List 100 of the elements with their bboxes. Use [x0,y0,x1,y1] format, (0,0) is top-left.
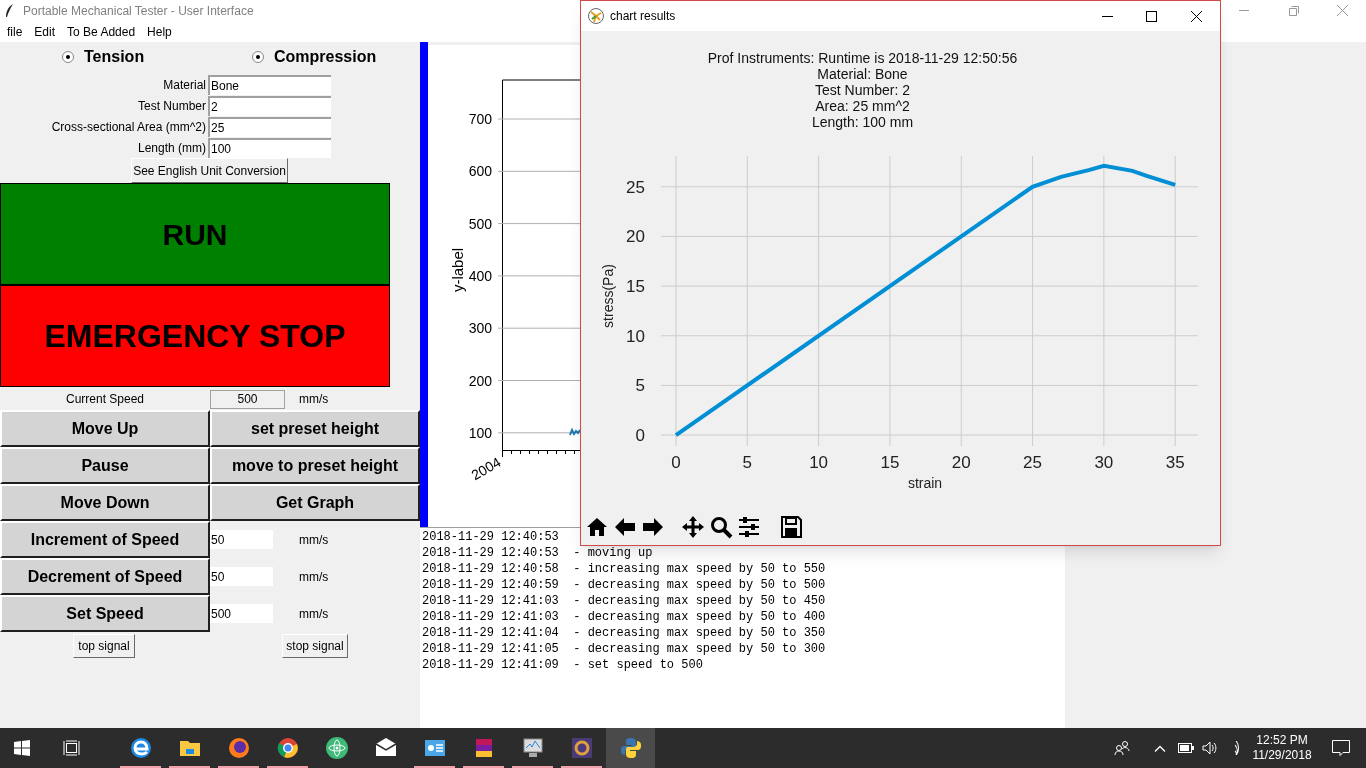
tick-label: 600 [468,163,492,180]
window-title: chart results [610,8,676,25]
task-view-icon[interactable] [63,740,80,756]
input-field[interactable]: 25 [208,116,331,137]
log-line: 2018-11-29 12:41:03 - decreasing max speed by 50 to 400 [422,609,826,625]
tick-label: 30 [1094,453,1114,472]
window-title: Portable Mechanical Tester - User Interface [23,3,254,20]
chevron-up-icon[interactable] [1154,744,1166,752]
notification-icon[interactable] [1332,740,1350,756]
unit-label: mm/s [299,391,329,408]
restore-icon[interactable] [1289,6,1299,16]
log-line: 2018-11-29 12:41:09 - set speed to 500 [422,657,703,673]
move-icon[interactable] [681,515,705,539]
windows-icon[interactable] [14,740,30,756]
monitor-icon [520,736,545,760]
tick-label: 0 [635,426,645,446]
field-label: Test Number [136,97,207,115]
tick-label: 20 [951,453,971,472]
input-field[interactable]: Bone [208,74,331,95]
menu-item[interactable]: To Be Added [67,23,136,41]
control-button[interactable]: set preset height [210,410,420,447]
conversion-button[interactable]: See English Unit Conversion [131,158,288,183]
radio-label: Tension [84,47,145,67]
speaker-icon[interactable] [1202,741,1218,755]
tick-label: 700 [468,111,492,127]
control-button[interactable]: Set Speed [0,595,210,632]
taskbar-button[interactable] [606,728,655,768]
input-field[interactable]: 500 [210,604,273,623]
radio-label: Compression [274,47,377,67]
tick-label: 15 [626,277,645,297]
control-button[interactable]: Pause [0,447,210,484]
control-button[interactable]: Move Down [0,484,210,521]
tick-label: 5 [635,376,645,396]
chart-title-line: Length: 100 mm [811,114,914,130]
battery-icon[interactable] [1178,743,1194,753]
axis-label: stress(Pa) [600,264,616,328]
signal-button[interactable]: stop signal [282,633,348,658]
right-arrow-icon[interactable] [641,515,665,539]
save-icon[interactable] [779,515,803,539]
clock-date: 11/29/2018 [1252,748,1312,763]
input-field[interactable]: 2 [208,95,331,116]
control-button[interactable]: move to preset height [210,447,420,484]
search-icon[interactable] [709,515,733,539]
log-line: 2018-11-29 12:40:58 - increasing max speed by 50 to 550 [422,561,826,577]
chart-title-line: Area: 25 mm^2 [815,98,910,114]
minimize-icon[interactable] [1102,15,1113,17]
input-field[interactable]: 50 [210,567,273,586]
atom-icon [324,736,349,760]
tick-label: 0 [671,453,681,472]
tick-label: 10 [626,326,645,346]
chart-title-line: Test Number: 2 [815,82,910,98]
control-button[interactable]: Increment of Speed [0,521,210,558]
chart-title-line: Material: Bone [817,66,908,82]
run-button[interactable]: RUN [0,183,390,285]
maximize-icon[interactable] [1146,10,1157,22]
menu-item[interactable]: Help [147,23,172,41]
log-line: 2018-11-29 12:41:04 - decreasing max speed by 50 to 350 [422,625,826,641]
home-icon[interactable] [585,515,609,539]
radio-button[interactable] [252,51,264,63]
emergency-stop-button[interactable]: EMERGENCY STOP [0,285,390,387]
feather-icon [5,4,14,18]
speed-readout: 500 [210,389,285,409]
control-button[interactable]: Get Graph [210,484,420,521]
people-icon[interactable] [1114,740,1130,756]
unit-label: mm/s [299,605,329,623]
chart-title-line: Prof Instruments: Runtime is 2018-11-29 12:50:56 [707,50,1018,66]
sliders-icon[interactable] [737,515,761,539]
radio-button[interactable] [62,51,74,63]
tick-label: 15 [880,453,900,472]
field-label: Current Speed [64,391,145,408]
axis-label: strain [907,475,943,491]
tick-label: 20 [626,227,645,247]
tick-label: 2004 [468,453,504,484]
log-line: 2018-11-29 12:41:05 - decreasing max speed by 50 to 300 [422,641,826,657]
menu-item[interactable]: Edit [34,23,56,41]
close-icon[interactable] [1191,10,1202,22]
input-field[interactable]: 50 [210,530,273,549]
axis-label: y-label [449,247,466,293]
pinwheel-icon [588,8,604,24]
tick-label: 400 [468,267,492,284]
signal-button[interactable]: top signal [73,633,135,658]
control-button[interactable]: Decrement of Speed [0,558,210,595]
log-line: 2018-11-29 12:40:53 - moving up [422,545,653,561]
tick-label: 25 [626,177,645,197]
snake-icon [618,736,643,760]
log-line: 2018-11-29 12:41:03 - decreasing max speed by 50 to 450 [422,593,826,609]
menu-item[interactable]: file [7,23,23,41]
tick-label: 5 [742,453,753,472]
unit-label: mm/s [299,531,329,549]
tick-label: 100 [468,424,492,441]
tick-label: 200 [468,372,492,389]
tick-label: 500 [468,215,492,232]
control-button[interactable]: Move Up [0,410,210,447]
tick-label: 10 [809,453,829,472]
input-field[interactable]: 100 [208,137,331,158]
globe-icon [275,736,300,760]
field-label: Cross-sectional Area (mm^2) [50,118,207,136]
unit-label: mm/s [299,568,329,586]
letter-e-icon [128,736,153,760]
tick-label: 300 [468,320,492,337]
